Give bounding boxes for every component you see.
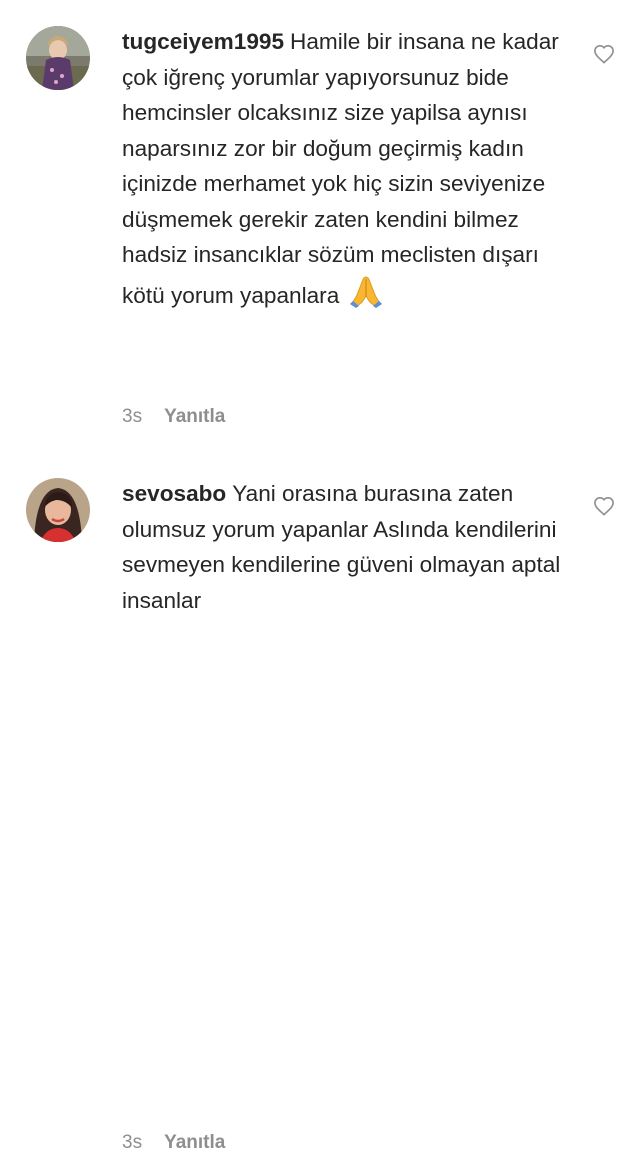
reply-button[interactable]: Yanıtla [164,406,225,427]
avatar-photo [26,478,90,542]
comment-meta: 3s Yanıtla [122,1132,225,1154]
avatar[interactable] [26,478,90,542]
comment-meta: 3s Yanıtla [122,406,225,428]
comment-text: Hamile bir insana ne kadar çok iğrenç yo… [122,29,559,308]
avatar[interactable] [26,26,90,90]
comment-body: tugceiyem1995 Hamile bir insana ne kadar … [122,24,562,319]
avatar-photo [26,26,90,90]
folded-hands-emoji-icon [348,273,384,320]
heart-outline-icon[interactable] [593,496,615,516]
comment-time: 3s [122,406,143,427]
heart-outline-icon[interactable] [593,44,615,64]
comment-username[interactable]: sevosabo [122,481,226,506]
comment-list: tugceiyem1995 Hamile bir insana ne kadar … [0,0,635,1153]
comment-body: sevosabo Yani orasına burasına zaten olum… [122,476,562,618]
reply-button[interactable]: Yanıtla [164,1132,225,1153]
comment-username[interactable]: tugceiyem1995 [122,29,284,54]
comment-time: 3s [122,1132,143,1153]
